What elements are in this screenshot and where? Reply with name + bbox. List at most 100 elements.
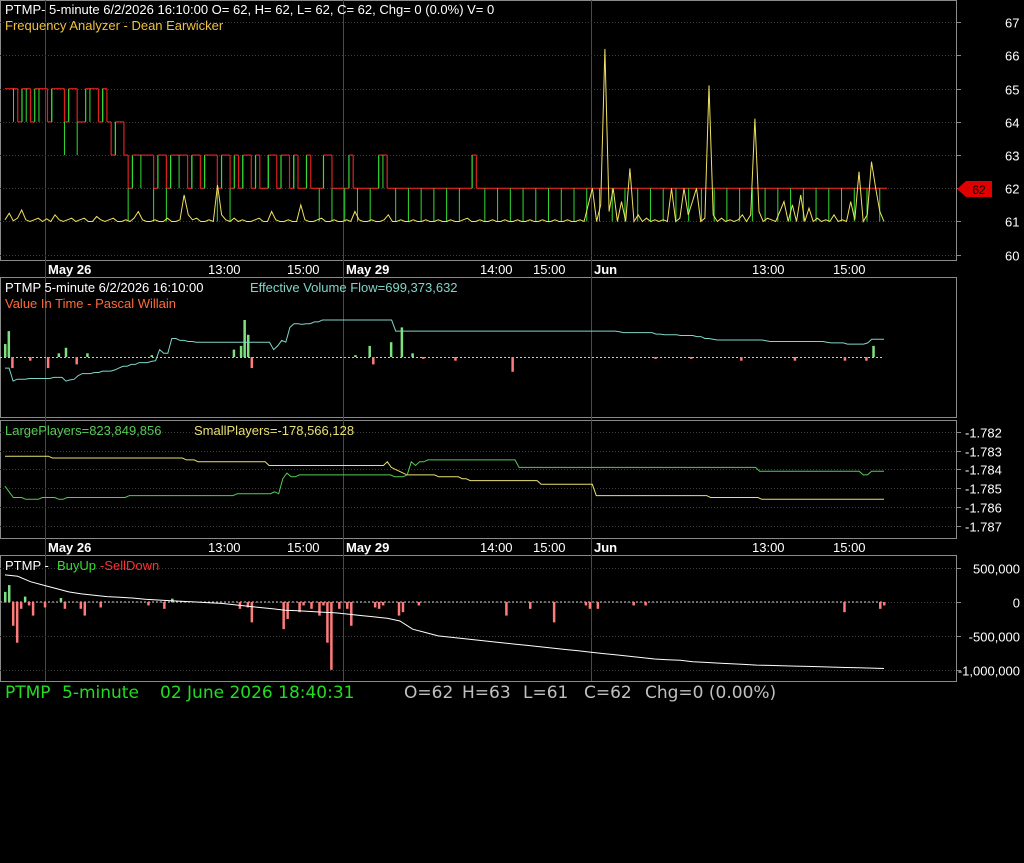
buy-sell-bar — [27, 602, 31, 606]
buysell-y-tick-label: 500,000 — [973, 562, 1020, 577]
value-in-time-bar — [865, 357, 868, 361]
value-in-time-bar — [690, 357, 693, 359]
buy-sell-bar — [322, 602, 325, 606]
buy-sell-bar — [632, 602, 635, 606]
price-panel-subtitle: Frequency Analyzer - Dean Earwicker — [5, 18, 224, 33]
buy-sell-bar — [302, 602, 305, 606]
small-players-line — [5, 455, 884, 500]
buy-sell-bar — [310, 602, 313, 609]
x-label-1500-c: 15:00 — [833, 262, 866, 277]
x2-label-1500-a: 15:00 — [287, 540, 320, 555]
volume-flow-series-label: Effective Volume Flow=699,373,632 — [250, 280, 458, 295]
y-tick-labels: 67 66 65 64 63 62 61 60 -1.782 -1.783 -1.784 -1.785… — [958, 16, 1020, 679]
price-y-tick-label: 61 — [1005, 215, 1019, 230]
buy-sell-bar — [373, 602, 377, 608]
footer-open: O=62 — [404, 683, 454, 703]
footer-symbol: PTMP — [5, 683, 51, 703]
x-label-jun: Jun — [594, 262, 617, 277]
small-players-label: SmallPlayers=-178,566,128 — [194, 423, 354, 438]
effective-volume-flow-line — [5, 319, 884, 382]
buy-sell-bar — [63, 602, 67, 609]
buy-sell-bar — [19, 602, 23, 609]
value-in-time-bar — [654, 357, 657, 359]
buy-sell-bar — [11, 602, 15, 626]
buy-sell-bar — [552, 602, 556, 623]
buy-sell-bar — [15, 602, 19, 643]
buy-sell-bar — [346, 602, 349, 609]
value-in-time-bar — [64, 347, 68, 357]
x2-label-may29: May 29 — [346, 540, 389, 555]
buy-sell-bar — [879, 602, 882, 609]
buy-sell-bar — [83, 602, 87, 616]
last-price-marker-label: 62 — [972, 183, 986, 197]
buy-sell-bar — [43, 602, 47, 608]
x-axis-bottom: May 26 13:00 15:00 May 29 14:00 15:00 Ju… — [48, 540, 866, 555]
x-label-may29: May 29 — [346, 262, 389, 277]
x2-label-1400: 14:00 — [480, 540, 513, 555]
value-in-time-bar — [57, 353, 61, 357]
value-in-time-bar — [243, 320, 246, 357]
buy-sell-bar — [584, 602, 588, 606]
x-label-may26: May 26 — [48, 262, 91, 277]
footer-change: Chg=0 (0.00%) — [645, 683, 777, 703]
buy-sell-panel-frame — [0, 555, 957, 682]
footer-interval: 5-minute — [62, 683, 139, 703]
value-in-time-bar — [46, 357, 50, 369]
value-in-time-bar — [86, 353, 89, 357]
x-label-1500-b: 15:00 — [533, 262, 566, 277]
x2-label-1300-b: 13:00 — [752, 540, 785, 555]
players-y-tick-label: -1.782 — [965, 426, 1002, 441]
x2-label-may26: May 26 — [48, 540, 91, 555]
buy-sell-series — [0, 574, 886, 670]
players-y-tick-label: -1.784 — [965, 463, 1002, 478]
price-panel-title: PTMP- 5-minute 6/2/2026 16:10:00 O= 62, … — [5, 2, 494, 17]
last-price-marker: 62 — [957, 181, 992, 197]
value-in-time-bar — [872, 345, 875, 357]
buy-sell-bar — [4, 591, 7, 603]
panel-titles: PTMP- 5-minute 6/2/2026 16:10:00 O= 62, … — [5, 2, 494, 573]
volume-flow-panel-title: PTMP 5-minute 6/2/2026 16:10:00 — [5, 280, 204, 295]
buy-sell-bar — [31, 602, 35, 616]
value-in-time-bar — [793, 357, 797, 361]
buy-sell-bar — [250, 602, 254, 623]
buy-sell-bar — [377, 602, 381, 609]
price-y-tick-label: 64 — [1005, 116, 1019, 131]
footer-close: C=62 — [584, 683, 632, 703]
value-in-time-bar — [354, 355, 357, 357]
players-y-tick-label: -1.783 — [965, 445, 1002, 460]
value-in-time-bar — [75, 357, 78, 365]
buy-up-label: BuyUp — [57, 558, 96, 573]
x-label-1300-a: 13:00 — [208, 262, 241, 277]
x-axis-top: May 26 13:00 15:00 May 29 14:00 15:00 Ju… — [48, 262, 866, 277]
buy-sell-bar — [163, 602, 166, 609]
buy-sell-bar — [644, 602, 647, 606]
buysell-y-tick-label: -1,000,000 — [958, 664, 1020, 679]
price-y-tick-label: 62 — [1005, 182, 1019, 197]
buy-sell-title-prefix: PTMP - — [5, 558, 49, 573]
status-footer: PTMP 5-minute 02 June 2026 18:40:31 O=62… — [0, 683, 1024, 709]
players-y-tick-label: -1.787 — [965, 520, 1002, 535]
buy-sell-bar — [7, 585, 11, 603]
value-in-time-bar — [511, 357, 514, 372]
buy-sell-bar — [397, 602, 401, 616]
x2-label-jun: Jun — [594, 540, 617, 555]
value-in-time-bar — [372, 357, 375, 365]
buy-sell-bar — [99, 602, 102, 608]
large-players-line — [4, 459, 884, 500]
buy-sell-bar — [381, 602, 385, 606]
footer-datetime: 02 June 2026 18:40:31 — [160, 683, 355, 703]
buy-sell-bar — [318, 602, 321, 616]
session-lines — [45, 0, 592, 681]
value-in-time-bar — [843, 357, 847, 361]
price-y-tick-label: 65 — [1005, 83, 1019, 98]
x2-label-1500-c: 15:00 — [833, 540, 866, 555]
buy-sell-bar — [596, 602, 600, 609]
volume-flow-series — [4, 319, 884, 382]
players-panel-frame — [0, 420, 957, 539]
x-label-1300-b: 13:00 — [752, 262, 785, 277]
footer-low: L=61 — [523, 683, 569, 703]
players-y-tick-label: -1.785 — [965, 482, 1002, 497]
buy-sell-bar — [401, 602, 405, 613]
value-in-time-bar — [4, 344, 7, 357]
buy-sell-bar — [326, 602, 329, 643]
